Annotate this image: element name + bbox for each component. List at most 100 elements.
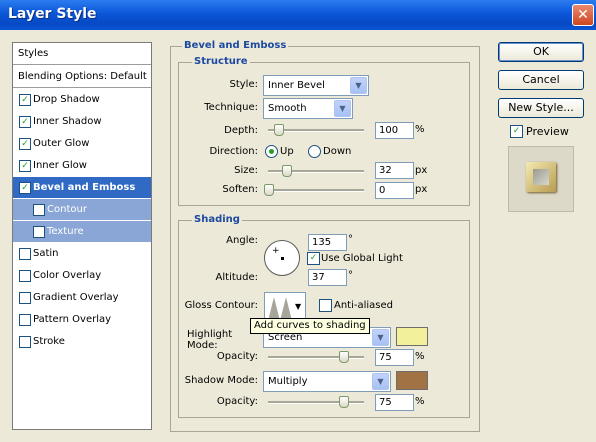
highlight-opacity-slider-thumb[interactable] <box>339 351 349 363</box>
shadow-mode-value: Multiply <box>268 376 308 387</box>
altitude-field[interactable]: 37 <box>308 269 347 286</box>
direction-down-radio[interactable] <box>308 145 321 158</box>
preview-label[interactable]: Preview <box>526 125 569 138</box>
shadow-opacity-unit: % <box>415 396 425 407</box>
size-slider-thumb[interactable] <box>282 165 292 177</box>
highlight-opacity-label: Opacity: <box>216 351 258 362</box>
soften-slider-thumb[interactable] <box>264 184 274 196</box>
style-item-label: Outer Glow <box>33 138 90 149</box>
style-item-label: Stroke <box>33 336 65 347</box>
texture-checkbox[interactable] <box>33 226 45 238</box>
style-item-label: Color Overlay <box>33 270 102 281</box>
soften-field[interactable]: 0 <box>375 182 414 199</box>
title-bar: Layer Style ✕ <box>0 0 596 30</box>
style-item-inner-shadow[interactable]: ✓ Inner Shadow <box>13 111 151 132</box>
shadow-opacity-label: Opacity: <box>216 396 258 407</box>
structure-group-title: Structure <box>192 56 250 67</box>
preview-swatch-inner <box>533 169 549 185</box>
angle-unit: ° <box>348 234 353 245</box>
bevel-emboss-checkbox[interactable]: ✓ <box>19 182 31 194</box>
style-dropdown[interactable]: Inner Bevel ▼ <box>263 75 369 96</box>
cancel-button[interactable]: Cancel <box>498 70 584 90</box>
shadow-mode-label: Shadow Mode: <box>184 375 258 386</box>
stroke-checkbox[interactable] <box>19 336 31 348</box>
style-item-pattern-overlay[interactable]: Pattern Overlay <box>13 309 151 330</box>
blending-options-item[interactable]: Blending Options: Default <box>13 66 151 88</box>
style-item-inner-glow[interactable]: ✓ Inner Glow <box>13 155 151 176</box>
contour-checkbox[interactable] <box>33 204 45 216</box>
inner-shadow-checkbox[interactable]: ✓ <box>19 116 31 128</box>
close-icon[interactable]: ✕ <box>572 4 594 26</box>
style-item-stroke[interactable]: Stroke <box>13 331 151 352</box>
angle-field[interactable]: 135 <box>308 234 347 251</box>
highlight-opacity-field[interactable]: 75 <box>375 349 414 366</box>
highlight-opacity-slider-track[interactable] <box>268 356 364 359</box>
inner-glow-checkbox[interactable]: ✓ <box>19 160 31 172</box>
chevron-down-icon[interactable]: ▼ <box>295 302 301 311</box>
direction-up-label[interactable]: Up <box>280 146 294 157</box>
style-item-drop-shadow[interactable]: ✓ Drop Shadow <box>13 89 151 110</box>
bevel-emboss-group-title: Bevel and Emboss <box>182 40 289 51</box>
pattern-overlay-checkbox[interactable] <box>19 314 31 326</box>
anti-aliased-label[interactable]: Anti-aliased <box>334 300 393 311</box>
depth-field[interactable]: 100 <box>375 122 414 139</box>
use-global-light-label[interactable]: Use Global Light <box>321 253 403 264</box>
anti-aliased-checkbox[interactable] <box>319 299 332 312</box>
styles-header-label: Styles <box>18 48 49 59</box>
highlight-color-swatch[interactable] <box>396 327 428 346</box>
crosshair-icon: + <box>272 246 280 256</box>
technique-dropdown[interactable]: Smooth ▼ <box>263 98 353 119</box>
style-item-gradient-overlay[interactable]: Gradient Overlay <box>13 287 151 308</box>
chevron-down-icon[interactable]: ▼ <box>350 77 367 94</box>
gloss-contour-icon <box>268 297 292 321</box>
use-global-light-checkbox[interactable]: ✓ <box>307 252 320 265</box>
angle-label: Angle: <box>226 235 258 246</box>
style-dropdown-value: Inner Bevel <box>268 80 325 91</box>
soften-slider-track[interactable] <box>268 189 364 192</box>
chevron-down-icon[interactable]: ▼ <box>334 100 351 117</box>
color-overlay-checkbox[interactable] <box>19 270 31 282</box>
shadow-mode-dropdown[interactable]: Multiply ▼ <box>263 371 391 392</box>
preview-checkbox[interactable]: ✓ <box>510 125 523 138</box>
style-item-outer-glow[interactable]: ✓ Outer Glow <box>13 133 151 154</box>
window-title: Layer Style <box>8 6 97 22</box>
shadow-opacity-slider-thumb[interactable] <box>339 396 349 408</box>
style-item-texture[interactable]: Texture <box>13 221 151 242</box>
direction-up-radio[interactable] <box>265 145 278 158</box>
style-item-satin[interactable]: Satin <box>13 243 151 264</box>
styles-header[interactable]: Styles <box>13 43 151 65</box>
outer-glow-checkbox[interactable]: ✓ <box>19 138 31 150</box>
style-item-color-overlay[interactable]: Color Overlay <box>13 265 151 286</box>
direction-label: Direction: <box>209 146 258 157</box>
size-label: Size: <box>234 165 258 176</box>
style-item-label: Texture <box>47 226 84 237</box>
direction-down-label[interactable]: Down <box>323 146 351 157</box>
depth-slider-thumb[interactable] <box>274 124 284 136</box>
size-field[interactable]: 32 <box>375 162 414 179</box>
chevron-down-icon[interactable]: ▼ <box>372 329 389 346</box>
shadow-color-swatch[interactable] <box>396 371 428 390</box>
style-item-label: Bevel and Emboss <box>33 182 136 193</box>
shadow-opacity-slider-track[interactable] <box>268 401 364 404</box>
style-item-bevel-and-emboss[interactable]: ✓ Bevel and Emboss <box>13 177 151 198</box>
gradient-overlay-checkbox[interactable] <box>19 292 31 304</box>
shadow-opacity-field[interactable]: 75 <box>375 394 414 411</box>
preview-swatch-outer <box>526 162 556 192</box>
style-item-label: Pattern Overlay <box>33 314 112 325</box>
angle-dial[interactable]: + <box>264 240 300 276</box>
satin-checkbox[interactable] <box>19 248 31 260</box>
style-item-label: Inner Shadow <box>33 116 102 127</box>
style-item-label: Satin <box>33 248 59 259</box>
style-item-contour[interactable]: Contour <box>13 199 151 220</box>
altitude-unit: ° <box>348 270 353 281</box>
size-unit: px <box>415 165 428 176</box>
altitude-label: Altitude: <box>215 272 258 283</box>
drop-shadow-checkbox[interactable]: ✓ <box>19 94 31 106</box>
depth-unit: % <box>415 124 425 135</box>
technique-dropdown-value: Smooth <box>268 103 307 114</box>
ok-button[interactable]: OK <box>498 42 584 62</box>
new-style-button[interactable]: New Style... <box>498 98 584 118</box>
technique-label: Technique: <box>204 102 258 113</box>
style-item-label: Inner Glow <box>33 160 87 171</box>
chevron-down-icon[interactable]: ▼ <box>372 373 389 390</box>
